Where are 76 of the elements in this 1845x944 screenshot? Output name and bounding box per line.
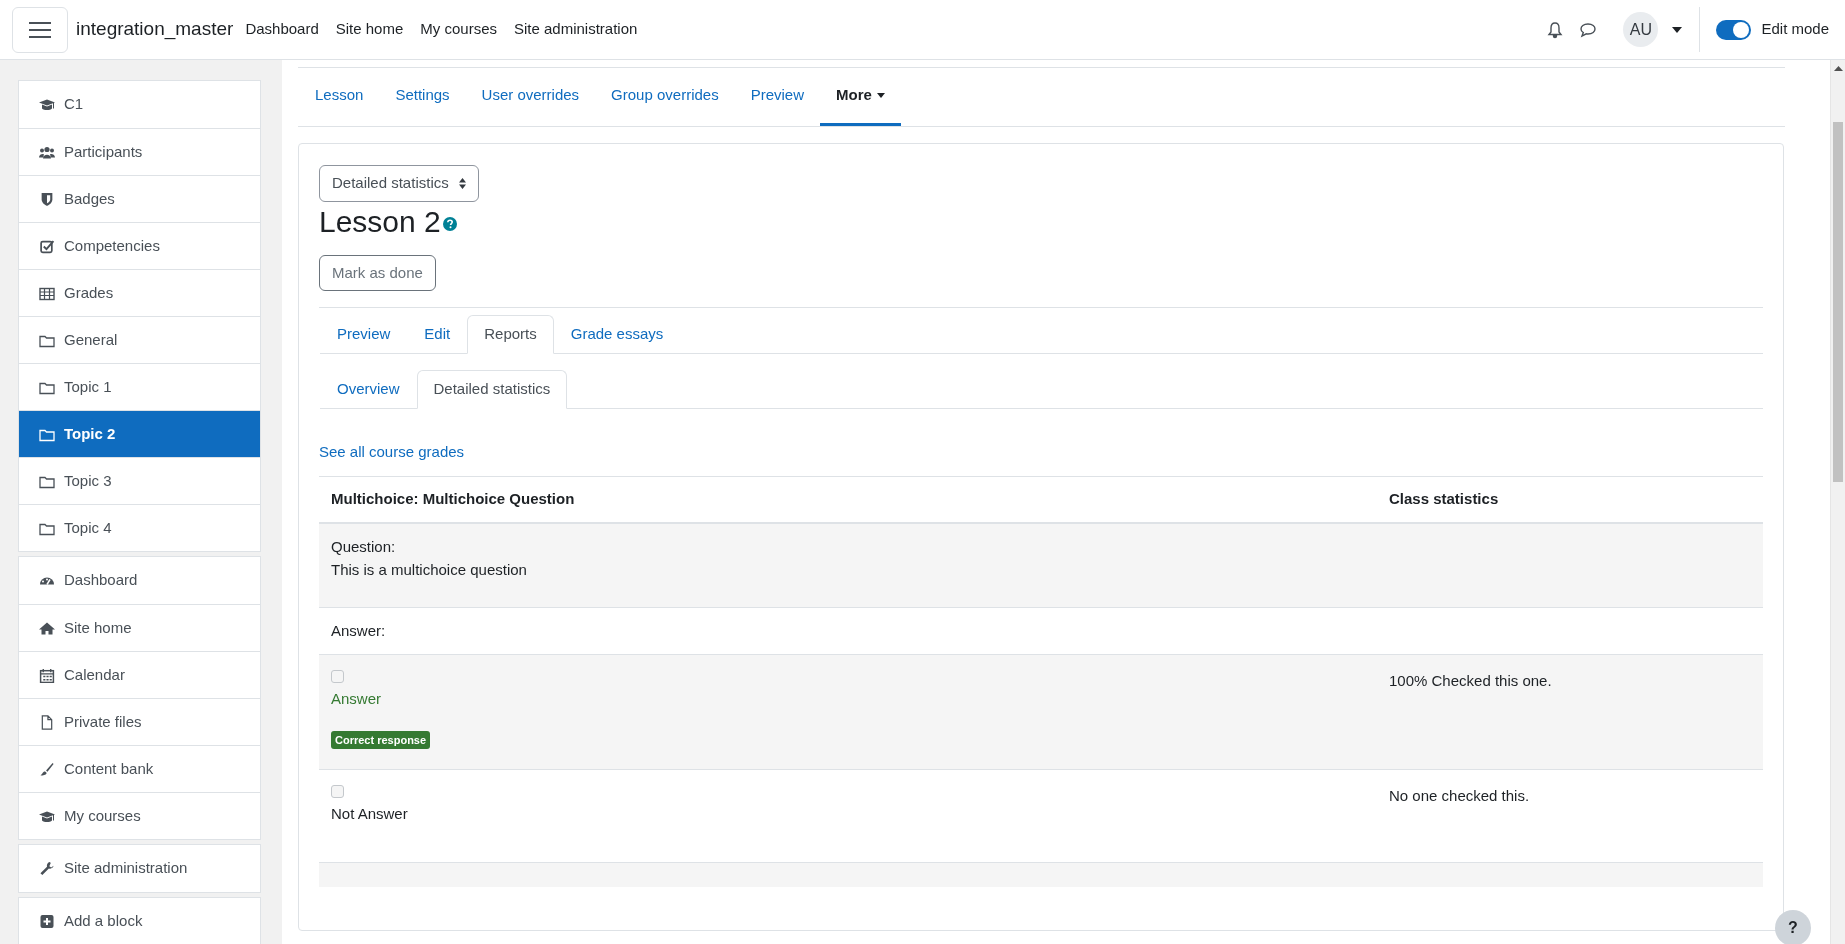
sidebar-item[interactable]: Topic 3 [19,457,260,504]
users-icon [39,144,55,160]
page-title: Lesson 2 [319,204,441,240]
course-grades-link[interactable]: See all course grades [319,441,465,463]
graduation-cap-icon [39,97,55,112]
report-select[interactable]: Detailed statistics [319,165,479,202]
tab[interactable]: Overview [320,370,417,409]
sidebar-item[interactable]: Site administration [19,845,260,892]
plus-square-icon [39,914,55,929]
sidebar-item[interactable]: Grades [19,269,260,316]
sidebar-item[interactable]: Add a block [19,898,260,944]
sidebar-item[interactable]: Topic 2 [19,410,260,457]
statistic-text: No one checked this. [1389,786,1530,806]
tab[interactable]: Reports [467,315,554,354]
calendar-icon [39,667,55,683]
sidebar-item[interactable]: Private files [19,698,260,745]
nav-link[interactable]: Dashboard [245,18,319,41]
caret-icon [1672,26,1683,33]
sidebar-item[interactable]: Dashboard [19,557,260,604]
column-header: Class statistics [1389,489,1499,510]
column-header: Multichoice: Multichoice Question [330,489,576,510]
help-button[interactable] [442,217,457,231]
tab[interactable]: Detailed statistics [416,370,568,409]
statistic-text: 100% Checked this one. [1389,671,1552,691]
sidebar-item[interactable]: General [19,316,260,363]
user-avatar[interactable]: AU [1623,12,1659,47]
home-icon [39,620,55,636]
mark-as-done-button[interactable]: Mark as done [319,255,436,291]
site-name[interactable]: integration_master [76,15,234,44]
sidebar-item[interactable]: C1 [19,81,260,128]
notifications-button[interactable] [1547,20,1564,39]
menu-icon [28,20,52,39]
scroll-up-arrow-icon [1834,66,1843,71]
tab[interactable]: Grade essays [553,315,681,354]
nav-link[interactable]: Site administration [514,18,638,41]
answer-text: Answer [331,689,382,709]
correct-response-badge: Correct response [331,730,431,749]
question-label: Question: [331,537,397,557]
sidebar-item[interactable]: My courses [19,792,260,839]
file-icon [39,714,55,730]
bell-icon [1547,20,1564,39]
nav-link[interactable]: My courses [420,18,497,41]
secondary-nav-tab[interactable]: User overrides [465,68,596,126]
secondary-nav-tab[interactable]: Lesson [299,68,380,126]
paintbrush-icon [39,761,55,777]
help-button[interactable]: ? [1775,910,1811,944]
sidebar-item[interactable]: Calendar [19,651,260,698]
scrollbar[interactable] [1830,60,1845,944]
sidebar-item[interactable]: Competencies [19,222,260,269]
question-circle-icon [442,217,457,231]
sidebar-item[interactable]: Badges [19,175,260,222]
answer-text: Not Answer [331,804,408,824]
secondary-nav-tab[interactable]: Preview [734,68,821,126]
tab[interactable]: Edit [407,315,468,354]
secondary-nav-tab[interactable]: Group overrides [595,68,735,126]
answer-label: Answer: [331,620,386,641]
menu-button[interactable] [12,6,68,53]
sidebar-item[interactable]: Site home [19,604,260,651]
messages-button[interactable] [1579,21,1598,38]
sidebar-item[interactable]: Topic 4 [19,504,260,551]
speech-bubble-icon [1579,21,1598,38]
table-icon [39,285,55,301]
edit-mode-label: Edit mode [1761,19,1829,40]
checkbox-icon [39,238,55,254]
sidebar-item[interactable]: Content bank [19,745,260,792]
tab[interactable]: Preview [320,315,408,354]
shield-icon [39,191,55,207]
edit-mode-switch[interactable] [1716,19,1752,40]
secondary-nav-tab[interactable]: More [820,68,901,126]
caret-icon [876,93,885,98]
secondary-nav-tab[interactable]: Settings [379,68,466,126]
question-text: This is a multichoice question [331,560,527,580]
sidebar-item[interactable]: Participants [19,128,260,175]
sort-icon [458,178,466,189]
nav-link[interactable]: Site home [335,18,404,41]
wrench-icon [39,861,55,876]
